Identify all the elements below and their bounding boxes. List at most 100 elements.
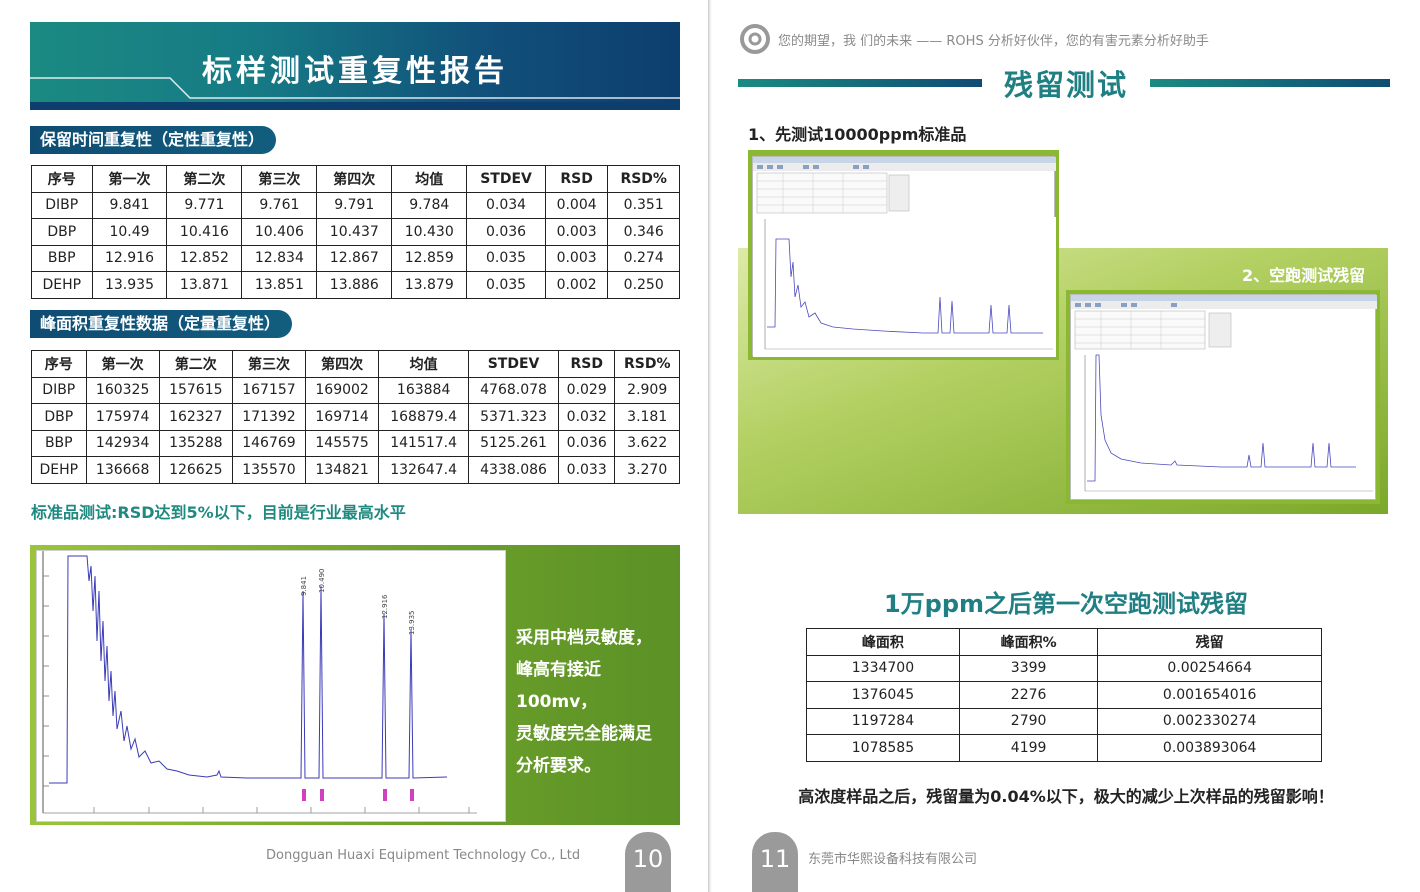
step-1-label: 1、先测试10000ppm标准品 [748,125,967,144]
table-cell: 2.909 [614,376,680,404]
company-name-en: Dongguan Huaxi Equipment Technology Co.,… [266,848,581,863]
table-cell: 0.001654016 [1097,681,1322,709]
table-cell: 4768.078 [468,376,559,404]
sensitivity-description: 采用中档灵敏度， 峰高有接近100mv， 灵敏度完全能满足 分析要求。 [516,622,681,782]
table-cell: 12.859 [391,244,468,272]
company-logo-icon [740,24,770,54]
area-table: 序号 第一次 第二次 第三次 第四次 均值 STDEV RSD RSD% DIBP 160325 1… [31,350,680,484]
residual-note: 高浓度样品之后，残留量为0.04%以下，极大的减少上次样品的残留影响！ [798,787,1334,806]
table-cell: 3399 [958,654,1099,682]
table-cell: 0.035 [466,271,546,299]
table-cell: 10.49 [91,218,168,246]
table-cell: BBP [31,244,93,272]
table-cell: 0.029 [557,376,616,404]
residual-subtitle: 1万ppm之后第一次空跑测试残留 [883,590,1249,618]
table-cell: 13.851 [241,271,318,299]
panel-line: 采用中档灵敏度， [516,628,652,648]
table-cell: 13.879 [391,271,468,299]
table-cell: 175974 [85,403,160,431]
table-cell: 169002 [305,376,380,404]
column-header: 序号 [31,165,93,193]
table-row: DEHP 136668 126625 135570 134821 132647.4 4338… [31,456,680,484]
table-cell: DIBP [31,376,87,404]
table-cell: 132647.4 [378,456,470,484]
table-cell: 0.002 [544,271,609,299]
table-cell: 12.867 [316,244,393,272]
title-bar-right [1150,79,1390,87]
table-cell: 9.771 [166,191,243,219]
column-header: 序号 [31,350,87,378]
peak-label-4: 13.935 [408,611,416,636]
table-cell: 0.036 [466,218,546,246]
table-cell: 162327 [158,403,233,431]
table-cell: 0.035 [466,244,546,272]
standard-test-note: 标准品测试:RSD达到5%以下，目前是行业最高水平 [31,503,406,522]
table-cell: 5125.261 [468,429,559,457]
table-cell: 9.784 [391,191,468,219]
table-cell: 5371.323 [468,403,559,431]
table-cell: 141517.4 [378,429,470,457]
column-header: RSD [557,350,616,378]
retention-table: 序号 第一次 第二次 第三次 第四次 均值 STDEV RSD RSD% DIBP 9.841 9.… [31,165,680,299]
table-cell: 12.852 [166,244,243,272]
table-row: DIBP 160325 157615 167157 169002 163884 4768.0… [31,376,680,404]
table-cell: 4199 [958,734,1099,762]
table-cell: BBP [31,429,87,457]
table-cell: 167157 [231,376,307,404]
table-cell: 12.916 [91,244,168,272]
table-cell: 134821 [305,456,380,484]
column-header: 均值 [378,350,470,378]
table-row: DBP 10.49 10.416 10.406 10.437 10.430 0.036 0.0… [31,218,680,246]
column-header: 第四次 [316,165,393,193]
table-cell: 0.004 [544,191,609,219]
table-cell: 13.886 [316,271,393,299]
table-cell: 9.841 [91,191,168,219]
table-cell: 0.036 [557,429,616,457]
step-2-label: 2、空跑测试残留 [1242,266,1366,285]
table-cell: 12.834 [241,244,318,272]
column-header: 第二次 [166,165,243,193]
column-header: 第四次 [305,350,380,378]
title-banner: 标样测试重复性报告 [30,22,680,110]
table-cell: 10.416 [166,218,243,246]
section-retention-title: 保留时间重复性（定性重复性） [30,126,277,154]
table-cell: 0.003893064 [1097,734,1322,762]
table-cell: 13.871 [166,271,243,299]
table-cell: 2276 [958,681,1099,709]
table-cell: 1376045 [806,681,960,709]
table-cell: DBP [31,403,87,431]
table-cell: 135570 [231,456,307,484]
table-cell: DBP [31,218,93,246]
table-cell: 2790 [958,707,1099,735]
table-cell: 3.181 [614,403,680,431]
table-row: 1078585 4199 0.003893064 [806,734,1322,762]
page-number: 10 [625,832,671,892]
column-header: RSD% [607,165,680,193]
table-cell: 13.935 [91,271,168,299]
page-title: 标样测试重复性报告 [202,54,508,89]
table-cell: 126625 [158,456,233,484]
table-cell: DEHP [31,271,93,299]
table-cell: 136668 [85,456,160,484]
table-cell: 146769 [231,429,307,457]
table-cell: 3.622 [614,429,680,457]
peak-label-2: 10.490 [318,569,326,594]
column-header: 第一次 [91,165,168,193]
title-bar-left [738,79,982,87]
table-cell: 0.00254664 [1097,654,1322,682]
table-cell: 4338.086 [468,456,559,484]
column-header: STDEV [466,165,546,193]
table-cell: 145575 [305,429,380,457]
table-cell: 169714 [305,403,380,431]
column-header: 第三次 [241,165,318,193]
table-cell: 10.437 [316,218,393,246]
table-row: DBP 175974 162327 171392 169714 168879.4 5371.… [31,403,680,431]
table-cell: DIBP [31,191,93,219]
column-header: 均值 [391,165,468,193]
table-cell: 0.351 [607,191,680,219]
column-header: 峰面积 [806,628,960,656]
column-header: 峰面积% [958,628,1099,656]
table-row: BBP 142934 135288 146769 145575 141517.4 5125.… [31,429,680,457]
table-cell: 0.002330274 [1097,707,1322,735]
table-cell: 0.003 [544,218,609,246]
